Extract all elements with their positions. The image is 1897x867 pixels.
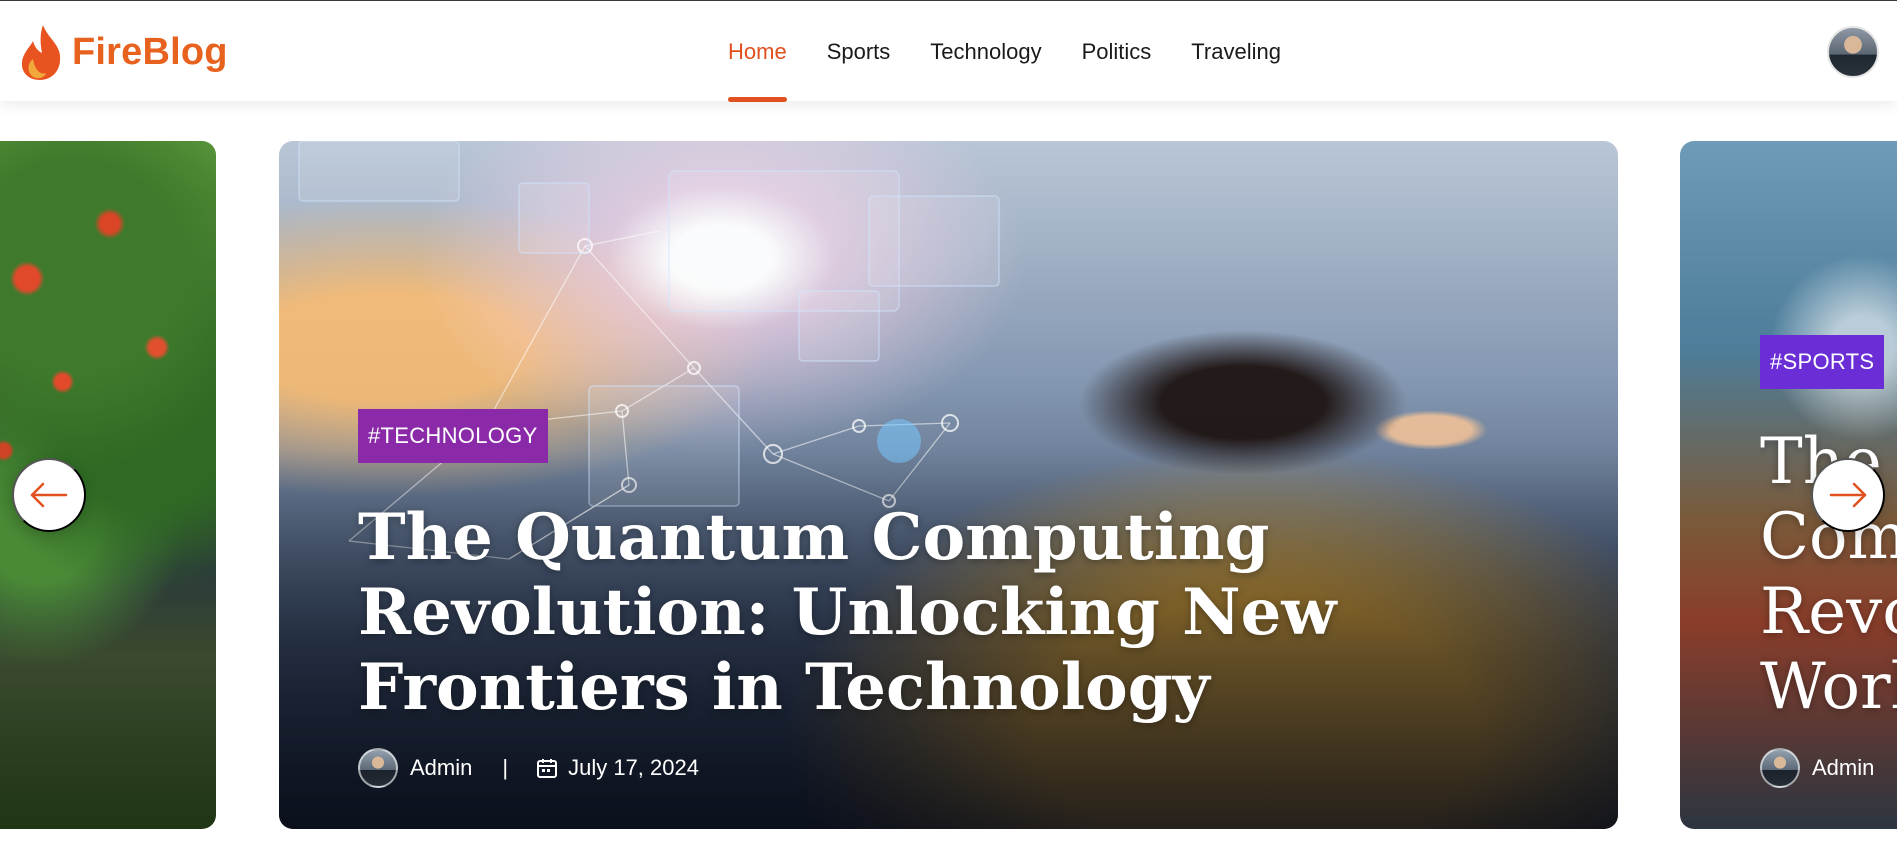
carousel-prev-button[interactable] [12,458,86,532]
author-name[interactable]: Admin [1812,755,1874,781]
nav-item-home[interactable]: Home [728,1,787,102]
next-title-line: Work [1760,650,1897,724]
slide-overlay [279,141,1618,829]
user-avatar[interactable] [1827,26,1879,78]
nav-item-technology[interactable]: Technology [930,1,1041,102]
post-meta: Admin | July 17, 2024 [358,748,699,788]
author-avatar [358,748,398,788]
next-title-line: Revo [1760,575,1897,649]
nav-item-traveling[interactable]: Traveling [1191,1,1281,102]
nav-item-sports[interactable]: Sports [827,1,891,102]
arrow-right-icon [1829,482,1867,508]
site-header: FireBlog Home Sports Technology Politics… [0,0,1897,102]
calendar-icon [537,759,558,778]
arrow-left-icon [30,482,68,508]
carousel-next-button[interactable] [1811,458,1885,532]
post-date: July 17, 2024 [568,755,699,780]
category-tag-technology[interactable]: #TECHNOLOGY [358,409,548,463]
main-nav: Home Sports Technology Politics Travelin… [728,1,1321,102]
post-title[interactable]: The Quantum Computing Revolution: Unlock… [358,500,1338,725]
author-name[interactable]: Admin [410,755,472,781]
meta-separator: | [502,755,509,780]
brand-name: FireBlog [72,30,228,73]
author-avatar [1760,748,1800,788]
flame-icon [21,25,61,80]
brand-logo[interactable]: FireBlog [18,23,228,81]
next-post-meta: Admin [1760,748,1874,788]
slide-current[interactable] [279,141,1618,829]
nav-item-politics[interactable]: Politics [1082,1,1152,102]
category-tag-sports[interactable]: #SPORTS [1760,335,1885,389]
